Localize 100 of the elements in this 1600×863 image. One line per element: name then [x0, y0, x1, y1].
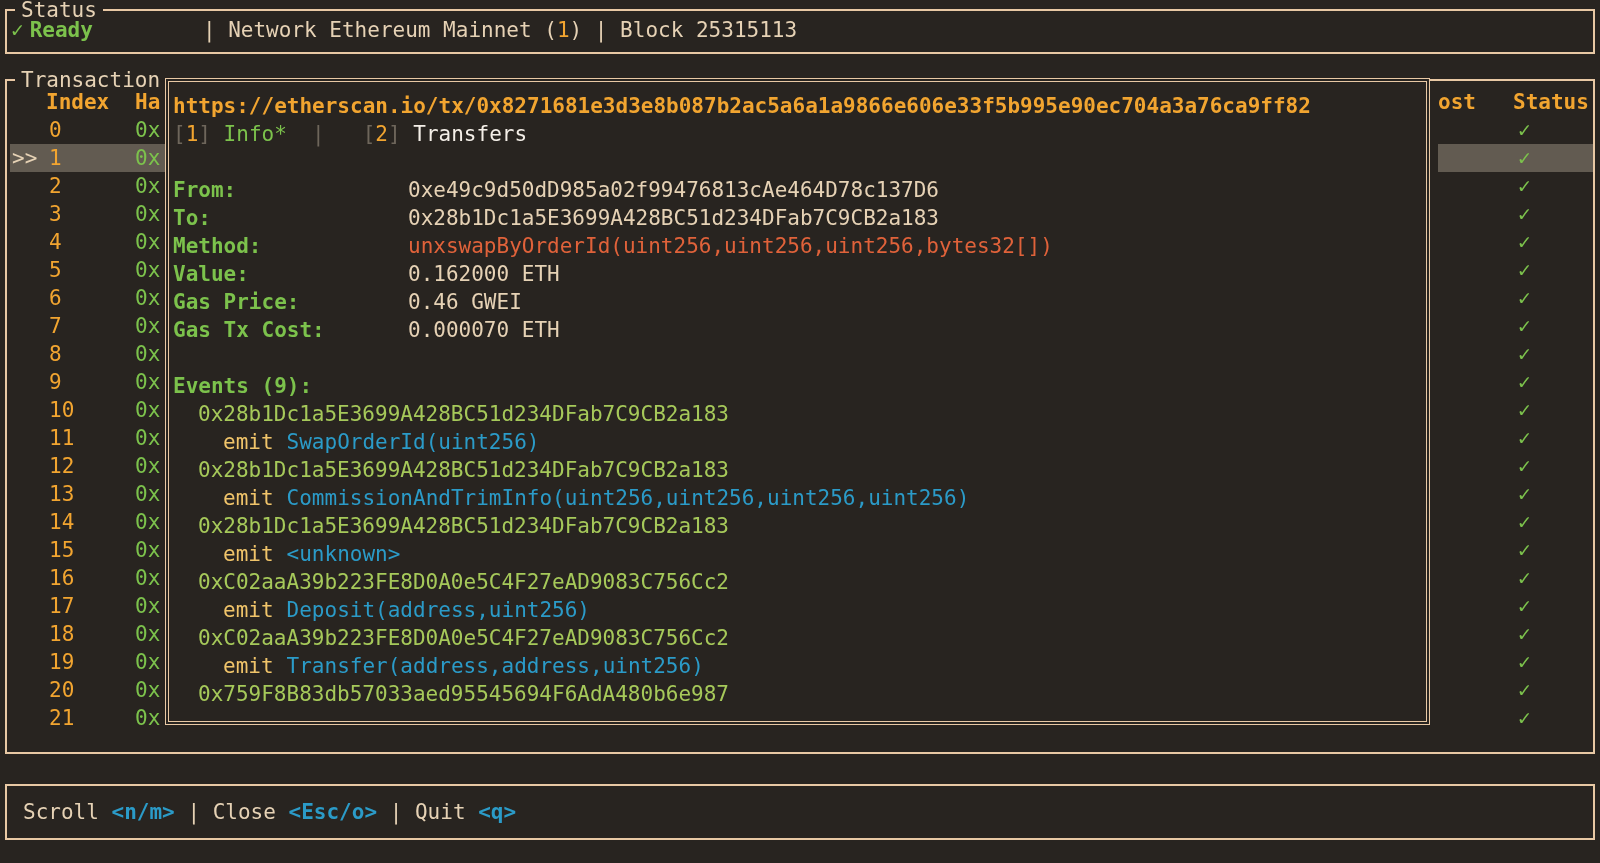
- index-cell[interactable]: 21: [46, 704, 135, 732]
- field-value: 0xe49c9d50dD985a02f99476813cAe464D78c137D6: [408, 177, 939, 204]
- status-cell-text: ✓: [1517, 397, 1532, 424]
- field-label: To:: [173, 205, 212, 232]
- hash-cell-text: 0x: [135, 341, 162, 368]
- event-address: 0x28b1Dc1a5E3699A428BC51d234DFab7C9CB2a183: [198, 401, 729, 428]
- event-address: 0x28b1Dc1a5E3699A428BC51d234DFab7C9CB2a183: [198, 457, 729, 484]
- hash-cell-text: 0x: [135, 593, 162, 620]
- event-signature: <unknown>: [286, 541, 401, 568]
- network-id: 1: [556, 17, 570, 44]
- status-cell-text: ✓: [1517, 425, 1532, 452]
- emit-keyword: emit: [223, 485, 274, 512]
- index-cell[interactable]: 8: [46, 340, 135, 368]
- status-cell-text: ✓: [1517, 117, 1532, 144]
- index-cell[interactable]: 6: [46, 284, 135, 312]
- field-value: 0.162000 ETH: [408, 261, 560, 288]
- hash-cell-text: 0x: [135, 537, 162, 564]
- status-cell: ✓: [1438, 144, 1593, 172]
- emit-keyword: emit: [223, 541, 274, 568]
- key-hint: <n/m>: [111, 799, 175, 826]
- index-cell[interactable]: 13: [46, 480, 135, 508]
- event-signature: CommissionAndTrimInfo(uint256,uint256,uint256,uint256): [286, 485, 970, 512]
- etherscan-link[interactable]: https://etherscan.io/tx/0x8271681e3d3e8b087b2ac5a6a1a9866e606e33f5b995e90ec704a3a76ca9ff82: [173, 92, 1422, 120]
- index-cell[interactable]: 17: [46, 592, 135, 620]
- status-cell-text: ✓: [1517, 201, 1532, 228]
- status-cell-text: ✓: [1517, 481, 1532, 508]
- field-label: From:: [173, 177, 238, 204]
- status-cell-text: ✓: [1517, 369, 1532, 396]
- status-cell-text: ✓: [1517, 677, 1532, 704]
- hash-cell-text: 0x: [135, 257, 162, 284]
- row-cursor[interactable]: >>: [10, 144, 46, 172]
- index-cell[interactable]: 15: [46, 536, 135, 564]
- help-text: | Close: [186, 799, 277, 826]
- status-cell-text: ✓: [1517, 313, 1532, 340]
- status-text: ) | Block 25315113: [569, 17, 798, 44]
- status-cell-text: ✓: [1517, 593, 1532, 620]
- index-cell[interactable]: 19: [46, 648, 135, 676]
- hash-cell-text: 0x: [135, 173, 162, 200]
- event-signature: Deposit(address,uint256): [286, 597, 590, 624]
- hash-cell-text: 0x: [135, 285, 162, 312]
- status-cell-text: ✓: [1517, 537, 1532, 564]
- field-value: 0.46 GWEI: [408, 289, 522, 316]
- tab[interactable]: Transfers: [400, 120, 528, 148]
- index-cell[interactable]: 10: [46, 396, 135, 424]
- help-text: Scroll: [23, 799, 100, 826]
- status-cell-text: ✓: [1517, 285, 1532, 312]
- event-address: 0x28b1Dc1a5E3699A428BC51d234DFab7C9CB2a183: [198, 513, 729, 540]
- hash-cell-text: 0x: [135, 313, 162, 340]
- field-label: Gas Tx Cost:: [173, 317, 326, 344]
- index-cell[interactable]: 14: [46, 508, 135, 536]
- hash-cell-text: 0x: [135, 481, 162, 508]
- hash-cell-text: 0x: [135, 397, 162, 424]
- key-hint: <Esc/o>: [288, 799, 378, 826]
- column-header: Status: [1513, 89, 1590, 116]
- emit-keyword: emit: [223, 429, 274, 456]
- index-cell[interactable]: 0: [46, 116, 135, 144]
- field-label: Method:: [173, 233, 263, 260]
- emit-keyword: emit: [223, 653, 274, 680]
- index-cell[interactable]: 9: [46, 368, 135, 396]
- index-cell[interactable]: 5: [46, 256, 135, 284]
- index-cell[interactable]: 18: [46, 620, 135, 648]
- column-header: Index: [46, 89, 111, 116]
- method-value: unxswapByOrderId(uint256,uint256,uint256,bytes32[]): [408, 233, 1053, 260]
- index-cell[interactable]: 20: [46, 676, 135, 704]
- status-cell-text: ✓: [1517, 229, 1532, 256]
- tab[interactable]: Info*: [210, 120, 287, 148]
- status-state: Ready: [29, 17, 93, 44]
- hash-cell-text: 0x: [135, 453, 162, 480]
- index-cell[interactable]: 11: [46, 424, 135, 452]
- index-cell[interactable]: 2: [46, 172, 135, 200]
- hash-cell-text: 0x: [135, 621, 162, 648]
- tab-separator: |: [311, 121, 326, 148]
- status-text: | Network Ethereum Mainnet (: [202, 17, 557, 44]
- index-cell[interactable]: 3: [46, 200, 135, 228]
- status-cell-text: ✓: [1517, 341, 1532, 368]
- events-title: Events (9):: [173, 373, 313, 400]
- panel-title: Transaction: [20, 70, 162, 90]
- status-cell-text: ✓: [1517, 257, 1532, 284]
- status-cell-text: ✓: [1517, 453, 1532, 480]
- hash-cell-text: 0x: [135, 117, 162, 144]
- status-cell-text: ✓: [1517, 649, 1532, 676]
- field-value: 0.000070 ETH: [408, 317, 560, 344]
- status-cell-text: ✓: [1517, 705, 1532, 732]
- event-address: 0xC02aaA39b223FE8D0A0e5C4F27eAD9083C756Cc2: [198, 569, 729, 596]
- index-cell[interactable]: 4: [46, 228, 135, 256]
- tab-key: [2]: [362, 120, 401, 148]
- event-address: 0xC02aaA39b223FE8D0A0e5C4F27eAD9083C756Cc2: [198, 625, 729, 652]
- field-label: Value:: [173, 261, 250, 288]
- hash-cell-text: 0x: [135, 425, 162, 452]
- hash-cell-text: 0x: [135, 509, 162, 536]
- index-cell[interactable]: 12: [46, 452, 135, 480]
- column-header: Ha: [135, 89, 162, 116]
- hash-cell-text: 0x: [135, 201, 162, 228]
- index-cell[interactable]: 16: [46, 564, 135, 592]
- index-cell[interactable]: 7: [46, 312, 135, 340]
- help-text: | Quit: [388, 799, 467, 826]
- hash-cell-text: 0x: [135, 649, 162, 676]
- field-label: Gas Price:: [173, 289, 301, 316]
- event-signature: Transfer(address,address,uint256): [286, 653, 704, 680]
- hash-cell-text: 0x: [135, 677, 162, 704]
